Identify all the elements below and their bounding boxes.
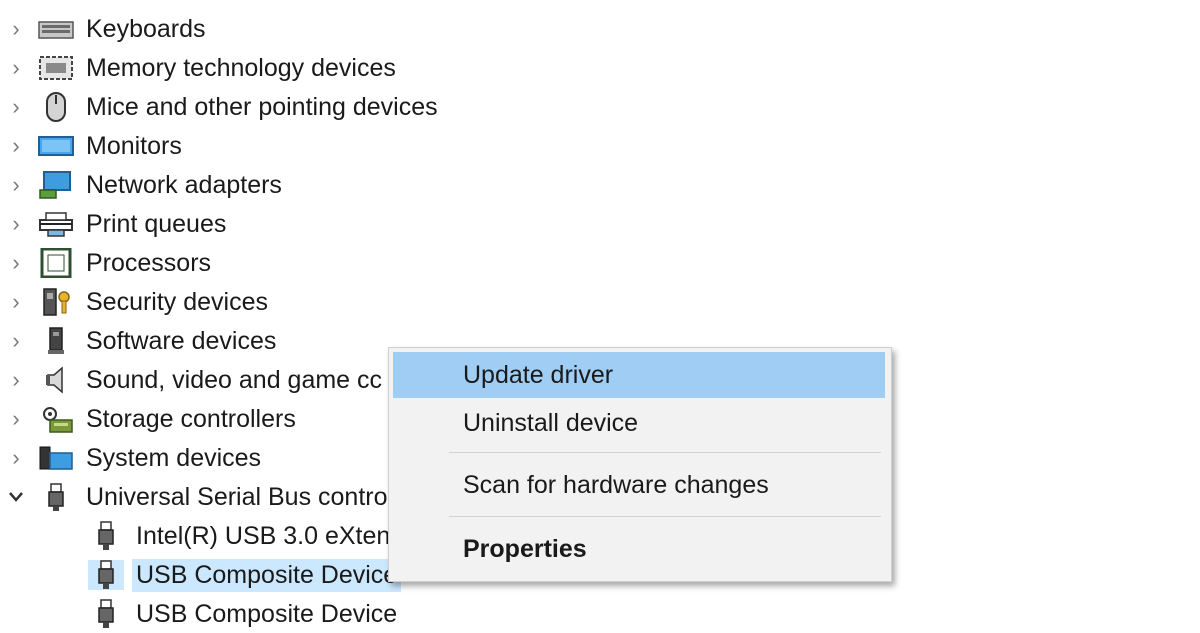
chevron-right-icon[interactable]: › (2, 283, 30, 321)
network-adapter-icon (38, 170, 74, 200)
chevron-right-icon[interactable]: › (2, 88, 30, 126)
menu-item-label: Scan for hardware changes (463, 470, 769, 499)
menu-item-uninstall-device[interactable]: Uninstall device (393, 400, 885, 446)
tree-item-label: Processors (86, 248, 212, 277)
menu-item-label: Properties (463, 534, 587, 563)
menu-separator (449, 452, 881, 453)
tree-item-system-devices[interactable]: › System devices (0, 439, 265, 477)
tree-item-usb-composite-device[interactable]: USB Composite Device (80, 595, 401, 633)
context-menu: Update driver Uninstall device Scan for … (388, 347, 892, 582)
usb-plug-icon (88, 521, 124, 551)
menu-item-label: Update driver (463, 360, 614, 389)
tree-item-label: Intel(R) USB 3.0 eXtensi (136, 521, 409, 550)
tree-item-intel-usb-extensible-host[interactable]: Intel(R) USB 3.0 eXtensi (80, 517, 412, 555)
tree-item-label: Memory technology devices (86, 53, 396, 82)
chevron-right-icon[interactable]: › (2, 166, 30, 204)
tree-item-processors[interactable]: › Processors (0, 244, 215, 282)
tree-item-memory-technology-devices[interactable]: › Memory technology devices (0, 49, 400, 87)
tree-item-monitors[interactable]: › Monitors (0, 127, 186, 165)
menu-item-update-driver[interactable]: Update driver (393, 352, 885, 398)
tree-item-label: Mice and other pointing devices (86, 92, 438, 121)
chevron-right-icon[interactable]: › (2, 361, 30, 399)
chevron-right-icon[interactable]: › (2, 127, 30, 165)
chevron-right-icon[interactable]: › (2, 205, 30, 243)
tree-item-usb-controllers[interactable]: Universal Serial Bus contro (0, 478, 392, 516)
chevron-right-icon[interactable]: › (2, 400, 30, 438)
tree-item-label: Storage controllers (86, 404, 296, 433)
chevron-right-icon[interactable]: › (2, 10, 30, 48)
tree-item-label: Security devices (86, 287, 269, 316)
tree-item-label: USB Composite Device (132, 558, 402, 592)
tree-item-network-adapters[interactable]: › Network adapters (0, 166, 286, 204)
processor-icon (38, 248, 74, 278)
menu-item-label: Uninstall device (463, 408, 639, 437)
tree-item-label: Sound, video and game cc (86, 365, 383, 394)
chevron-down-icon[interactable] (2, 478, 30, 516)
software-device-icon (38, 326, 74, 356)
tree-item-sound-video-game-controllers[interactable]: › Sound, video and game cc (0, 361, 386, 399)
memory-icon (38, 53, 74, 83)
chevron-right-icon[interactable]: › (2, 322, 30, 360)
menu-item-scan-for-hardware-changes[interactable]: Scan for hardware changes (393, 462, 885, 508)
tree-item-print-queues[interactable]: › Print queues (0, 205, 230, 243)
menu-item-properties[interactable]: Properties (393, 526, 885, 572)
tree-item-security-devices[interactable]: › Security devices (0, 283, 272, 321)
tree-item-keyboards[interactable]: › Keyboards (0, 10, 210, 48)
printer-icon (38, 209, 74, 239)
tree-item-storage-controllers[interactable]: › Storage controllers (0, 400, 300, 438)
tree-item-software-devices[interactable]: › Software devices (0, 322, 280, 360)
tree-item-label: Software devices (86, 326, 277, 355)
tree-item-label: USB Composite Device (136, 599, 398, 628)
tree-item-mice[interactable]: › Mice and other pointing devices (0, 88, 442, 126)
tree-item-label: Keyboards (86, 14, 206, 43)
usb-icon (38, 482, 74, 512)
system-device-icon (38, 443, 74, 473)
usb-plug-icon (88, 560, 124, 590)
chevron-right-icon[interactable]: › (2, 439, 30, 477)
keyboard-icon (38, 14, 74, 44)
monitor-icon (38, 131, 74, 161)
speaker-icon (38, 365, 74, 395)
tree-item-label: Monitors (86, 131, 182, 160)
security-key-icon (38, 287, 74, 317)
mouse-icon (38, 92, 74, 122)
storage-controller-icon (38, 404, 74, 434)
menu-separator (449, 516, 881, 517)
tree-item-label: System devices (86, 443, 262, 472)
chevron-right-icon[interactable]: › (2, 244, 30, 282)
tree-item-label: Network adapters (86, 170, 282, 199)
tree-item-usb-composite-device-selected[interactable]: USB Composite Device (80, 556, 402, 594)
tree-item-label: Print queues (86, 209, 227, 238)
chevron-right-icon[interactable]: › (2, 49, 30, 87)
tree-item-label: Universal Serial Bus contro (86, 482, 388, 511)
usb-plug-icon (88, 599, 124, 629)
